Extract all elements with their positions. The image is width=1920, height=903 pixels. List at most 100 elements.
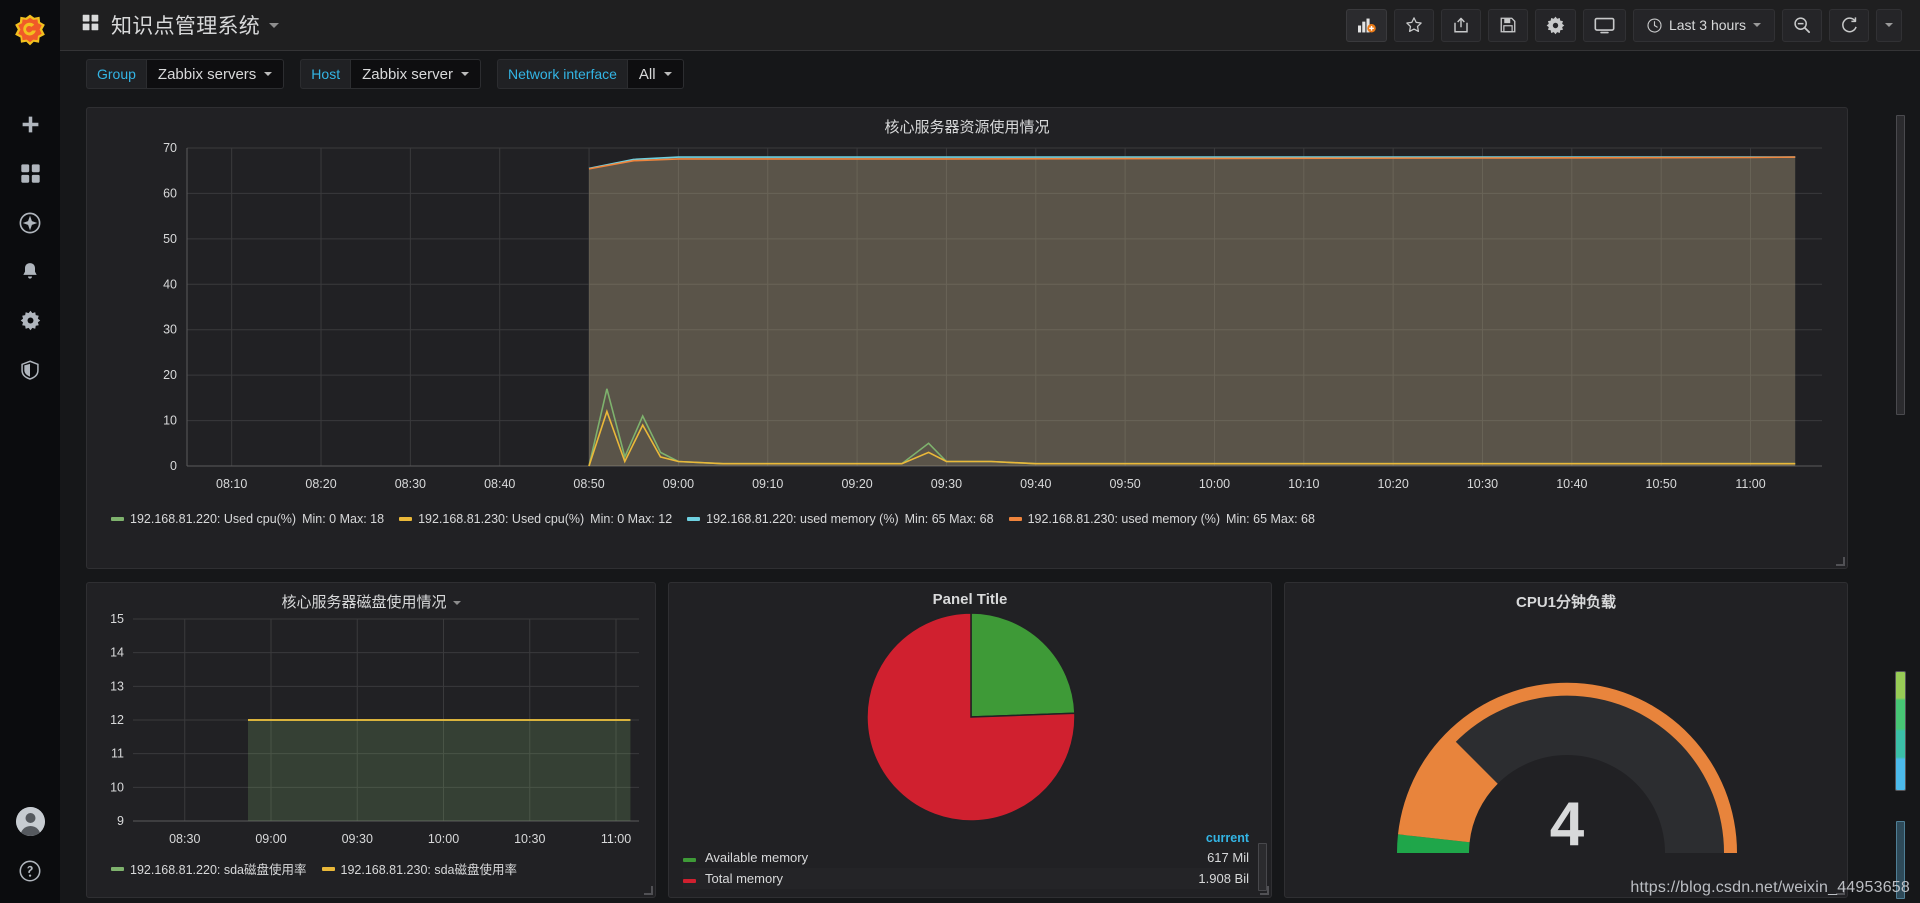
- help-icon: [19, 860, 41, 881]
- pie-legend-value: 617 Mil: [1207, 850, 1249, 865]
- svg-text:10:30: 10:30: [1467, 477, 1498, 491]
- table-row[interactable]: Total memory 1.908 Bil: [683, 868, 1249, 889]
- variable-host-value[interactable]: Zabbix server: [350, 59, 481, 89]
- save-button[interactable]: [1487, 8, 1528, 42]
- zoom-out-button[interactable]: [1782, 8, 1822, 42]
- svg-text:10:30: 10:30: [514, 832, 545, 846]
- panel-resize-handle[interactable]: [1836, 557, 1845, 566]
- share-button[interactable]: [1440, 8, 1481, 42]
- pie-legend-label: Total memory: [705, 871, 784, 886]
- panel-title-resource[interactable]: 核心服务器资源使用情况: [87, 108, 1847, 136]
- sidebar-item-help[interactable]: [0, 846, 60, 895]
- dashboard-minimap[interactable]: [1895, 671, 1906, 791]
- panel-memory-pie[interactable]: Panel Title current Available memory 617…: [668, 582, 1272, 898]
- legend-item[interactable]: 192.168.81.230: sda磁盘使用率: [321, 859, 517, 878]
- panel-resize-handle[interactable]: [1260, 886, 1269, 895]
- svg-text:10: 10: [163, 414, 177, 428]
- legend-item[interactable]: 192.168.81.230: used memory (%) Min: 65 …: [1008, 512, 1315, 526]
- legend-swatch: [111, 517, 124, 521]
- gear-icon: [1546, 16, 1565, 34]
- variable-network-interface-value[interactable]: All: [626, 59, 684, 89]
- svg-text:4: 4: [1550, 790, 1585, 859]
- svg-text:08:40: 08:40: [484, 477, 515, 491]
- dashboard-scrollbar[interactable]: [1896, 115, 1905, 415]
- sidebar-item-explore[interactable]: [0, 198, 60, 247]
- legend-item[interactable]: 192.168.81.230: Used cpu(%) Min: 0 Max: …: [399, 512, 672, 526]
- variable-host-label: Host: [300, 59, 351, 89]
- svg-text:10:40: 10:40: [1556, 477, 1587, 491]
- time-range-picker[interactable]: Last 3 hours: [1632, 8, 1775, 42]
- svg-text:11:00: 11:00: [601, 832, 631, 846]
- sidebar-item-configuration[interactable]: [0, 296, 60, 345]
- chevron-down-icon: [460, 72, 469, 76]
- legend-item[interactable]: 192.168.81.220: used memory (%) Min: 65 …: [687, 512, 994, 526]
- pie-legend-header-current[interactable]: current: [1086, 831, 1249, 847]
- variable-group-label: Group: [86, 59, 146, 89]
- variable-network-interface-label: Network interface: [496, 59, 627, 89]
- legend-label: 192.168.81.230: Used cpu(%): [418, 512, 585, 526]
- tv-icon: [1594, 17, 1615, 33]
- svg-text:08:10: 08:10: [216, 477, 247, 491]
- svg-text:10:00: 10:00: [1199, 477, 1230, 491]
- legend-item[interactable]: 192.168.81.220: Used cpu(%) Min: 0 Max: …: [111, 512, 384, 526]
- legend-swatch: [111, 866, 124, 871]
- svg-text:10:20: 10:20: [1378, 477, 1409, 491]
- svg-text:10:50: 10:50: [1646, 477, 1677, 491]
- svg-text:50: 50: [163, 232, 177, 246]
- dashboard-settings-button[interactable]: [1534, 8, 1576, 42]
- legend-swatch: [399, 517, 413, 521]
- resource-legend: 192.168.81.220: Used cpu(%) Min: 0 Max: …: [87, 508, 1315, 526]
- legend-label: 192.168.81.220: used memory (%): [706, 512, 899, 526]
- chevron-down-icon[interactable]: [269, 22, 280, 28]
- breadcrumb[interactable]: 知识点管理系统: [60, 10, 280, 40]
- clock-icon: [1647, 17, 1662, 33]
- svg-text:12: 12: [110, 713, 124, 727]
- star-button[interactable]: [1393, 8, 1434, 42]
- legend-stat: Min: 0 Max: 18: [302, 512, 385, 526]
- pie-legend-table: current Available memory 617 Mil Total m…: [683, 831, 1249, 889]
- pie-legend-spacer: [683, 831, 1086, 847]
- sidebar-item-alerting[interactable]: [0, 247, 60, 296]
- sidebar-item-create[interactable]: [0, 100, 60, 149]
- time-range-label: Last 3 hours: [1668, 17, 1746, 33]
- chevron-down-icon[interactable]: [452, 601, 461, 606]
- pie-legend-label-cell: Available memory: [683, 847, 1086, 868]
- panel-disk-usage[interactable]: 核心服务器磁盘使用情况 9 10 11 12 13 14 15 08:30 09:00 09:30…: [86, 582, 656, 898]
- shield-icon: [21, 359, 39, 380]
- svg-text:09:20: 09:20: [841, 477, 872, 491]
- dashboard-grid-icon: [82, 14, 99, 36]
- dashboards-icon: [20, 164, 40, 183]
- pie-legend-label: Available memory: [705, 850, 809, 865]
- svg-text:08:50: 08:50: [573, 477, 604, 491]
- panel-title-disk[interactable]: 核心服务器磁盘使用情况: [87, 583, 655, 611]
- watermark: https://blog.csdn.net/weixin_44953658: [1630, 879, 1910, 896]
- svg-text:11:00: 11:00: [1735, 477, 1765, 491]
- refresh-button[interactable]: [1829, 8, 1869, 42]
- add-panel-button[interactable]: [1345, 8, 1387, 42]
- tv-mode-button[interactable]: [1582, 8, 1626, 42]
- pie-legend-scrollbar[interactable]: [1258, 843, 1267, 891]
- pie-legend: current Available memory 617 Mil Total m…: [683, 831, 1249, 889]
- panel-title-pie[interactable]: Panel Title: [669, 583, 1271, 611]
- panel-resource-usage[interactable]: 核心服务器资源使用情况 0 10 20 30 40 50 60 70 08:10 08:20 08:…: [86, 107, 1848, 569]
- sidebar-item-dashboards[interactable]: [0, 149, 60, 198]
- panel-cpu-load-gauge[interactable]: CPU1分钟负载 4: [1284, 582, 1848, 898]
- page-title[interactable]: 知识点管理系统: [111, 10, 260, 40]
- grafana-logo[interactable]: [0, 0, 60, 60]
- panel-title-gauge[interactable]: CPU1分钟负载: [1285, 583, 1847, 611]
- refresh-interval-dropdown[interactable]: [1876, 8, 1902, 42]
- variable-group-value[interactable]: Zabbix servers: [145, 59, 285, 89]
- panel-resize-handle[interactable]: [644, 886, 653, 895]
- variable-network-interface-value-text: All: [638, 65, 656, 83]
- table-row[interactable]: Available memory 617 Mil: [683, 847, 1249, 868]
- variable-host[interactable]: Host Zabbix server: [300, 59, 481, 89]
- legend-item[interactable]: 192.168.81.220: sda磁盘使用率: [111, 859, 307, 878]
- sidebar-item-server-admin[interactable]: [0, 345, 60, 394]
- star-icon: [1406, 17, 1422, 33]
- svg-text:09:00: 09:00: [255, 832, 286, 846]
- svg-text:30: 30: [163, 323, 177, 337]
- variable-network-interface[interactable]: Network interface All: [496, 59, 684, 89]
- variable-group[interactable]: Group Zabbix servers: [86, 59, 285, 89]
- sidebar-item-user[interactable]: [0, 797, 60, 846]
- legend-label: 192.168.81.220: Used cpu(%): [130, 512, 297, 526]
